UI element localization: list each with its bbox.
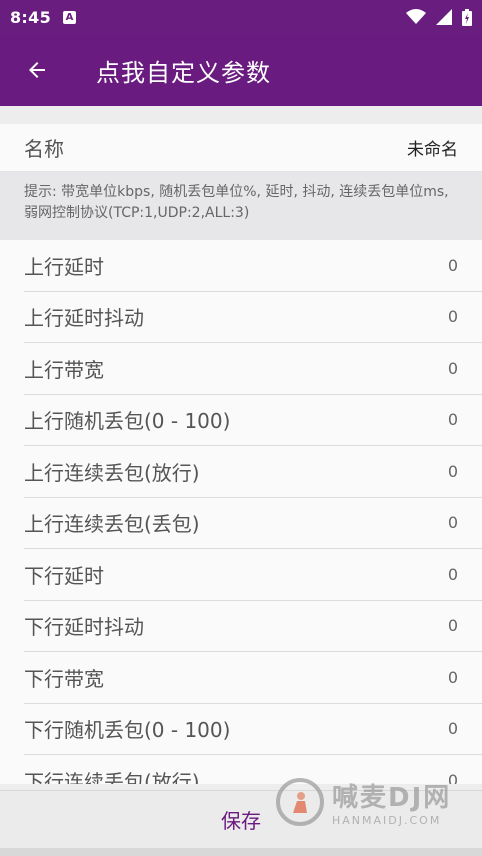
param-row-uplink-delay[interactable]: 上行延时 0 xyxy=(24,240,482,292)
notification-a-icon: A xyxy=(63,10,76,24)
param-label: 下行延时 xyxy=(24,563,104,588)
watermark-sub: HANMAIDJ.COM xyxy=(332,814,442,827)
param-label: 下行延时抖动 xyxy=(24,615,144,640)
param-row-downlink-delay[interactable]: 下行延时 0 xyxy=(24,549,482,601)
param-row-downlink-random-loss[interactable]: 下行随机丢包(0 - 100) 0 xyxy=(24,703,482,755)
status-time: 8:45 xyxy=(10,7,51,27)
bottom-strip xyxy=(0,848,482,856)
watermark-main: 喊麦DJ网 xyxy=(332,783,452,813)
back-button[interactable] xyxy=(0,34,74,106)
wifi-icon xyxy=(406,9,426,24)
param-label: 下行随机丢包(0 - 100) xyxy=(24,718,231,743)
arrow-left-icon xyxy=(29,62,45,78)
param-label: 上行随机丢包(0 - 100) xyxy=(24,409,231,434)
param-label: 下行带宽 xyxy=(24,666,104,691)
param-value-input[interactable]: 0 xyxy=(448,307,458,326)
save-button[interactable]: 保存 xyxy=(221,805,261,834)
param-row-uplink-bandwidth[interactable]: 上行带宽 0 xyxy=(24,343,482,395)
param-row-downlink-jitter[interactable]: 下行延时抖动 0 xyxy=(24,600,482,652)
battery-icon xyxy=(462,8,472,26)
param-value-input[interactable]: 0 xyxy=(448,616,458,635)
param-value-input[interactable]: 0 xyxy=(448,565,458,584)
param-label: 上行连续丢包(丢包) xyxy=(24,512,200,537)
status-bar: 8:45 A xyxy=(0,0,482,34)
hint-text: 提示: 带宽单位kbps, 随机丢包单位%, 延时, 抖动, 连续丢包单位ms,… xyxy=(0,172,482,240)
param-value-input[interactable]: 0 xyxy=(448,462,458,481)
param-row-uplink-burst-pass[interactable]: 上行连续丢包(放行) 0 xyxy=(24,446,482,498)
page-title: 点我自定义参数 xyxy=(96,58,271,87)
param-value-input[interactable]: 0 xyxy=(448,668,458,687)
param-value-input[interactable]: 0 xyxy=(448,256,458,275)
params-scroll-list[interactable]: 名称 未命名 提示: 带宽单位kbps, 随机丢包单位%, 延时, 抖动, 连续… xyxy=(0,124,482,784)
param-row-uplink-random-loss[interactable]: 上行随机丢包(0 - 100) 0 xyxy=(24,394,482,446)
param-row-uplink-burst-drop[interactable]: 上行连续丢包(丢包) 0 xyxy=(24,497,482,549)
param-label: 上行延时抖动 xyxy=(24,306,144,331)
watermark: 喊麦DJ网 HANMAIDJ.COM xyxy=(276,772,476,832)
param-label: 上行延时 xyxy=(24,254,104,279)
app-bar: 点我自定义参数 xyxy=(0,34,482,106)
param-label: 下行连续丢包(放行) xyxy=(24,769,200,784)
name-input[interactable]: 未命名 xyxy=(407,135,458,160)
watermark-text: 喊麦DJ网 HANMAIDJ.COM xyxy=(332,777,451,827)
name-field[interactable]: 名称 未命名 xyxy=(0,124,482,172)
signal-icon xyxy=(436,9,452,25)
param-value-input[interactable]: 0 xyxy=(448,359,458,378)
param-label: 上行连续丢包(放行) xyxy=(24,460,200,485)
param-row-downlink-bandwidth[interactable]: 下行带宽 0 xyxy=(24,652,482,704)
param-value-input[interactable]: 0 xyxy=(448,513,458,532)
param-value-input[interactable]: 0 xyxy=(448,410,458,429)
dj-figure-icon xyxy=(293,792,307,813)
name-label: 名称 xyxy=(24,137,64,161)
watermark-logo-icon xyxy=(276,778,324,826)
param-label: 上行带宽 xyxy=(24,357,104,382)
param-value-input[interactable]: 0 xyxy=(448,719,458,738)
param-row-uplink-jitter[interactable]: 上行延时抖动 0 xyxy=(24,291,482,343)
